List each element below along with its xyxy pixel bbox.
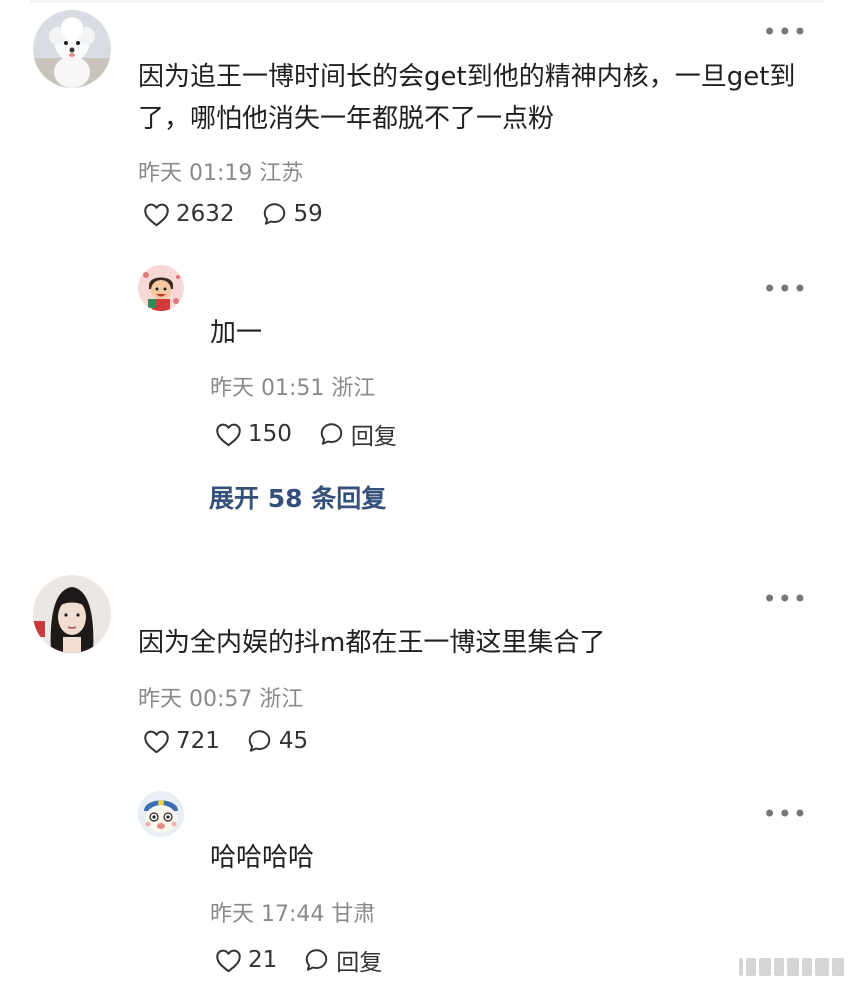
reply-avatar[interactable] [138, 791, 184, 837]
comment-bubble-icon [263, 203, 285, 225]
comment-location: 浙江 [259, 687, 304, 712]
comment-time: 昨天 01:19 [138, 161, 253, 186]
reply-meta: 昨天 17:44 甘肃 [210, 896, 375, 928]
white-poodle-avatar-icon [33, 10, 111, 88]
heart-icon [216, 423, 241, 446]
comment-actions: 2632 59 [143, 201, 323, 227]
avatar[interactable] [33, 575, 111, 653]
avatar[interactable] [33, 10, 111, 88]
reply-text: 加一 [210, 318, 263, 348]
comment-actions: 721 45 [143, 728, 308, 754]
reply-label: 回复 [350, 424, 397, 450]
reply-button[interactable]: 回复 [318, 417, 397, 451]
like-count: 150 [248, 421, 292, 447]
expand-replies-link[interactable]: 展开 58 条回复 [209, 479, 386, 515]
heart-icon [216, 949, 241, 972]
reply-actions: 150 回复 [215, 417, 397, 451]
comment-location: 江苏 [259, 161, 304, 186]
like-button[interactable]: 2632 [143, 201, 235, 227]
reply-text: 哈哈哈哈 [210, 843, 315, 873]
like-count: 2632 [176, 201, 235, 227]
like-count: 721 [176, 728, 220, 754]
reply-count: 59 [293, 201, 323, 227]
reply-time: 昨天 17:44 [210, 902, 325, 927]
reply-label: 回复 [336, 950, 383, 976]
cartoon-mascot-avatar-icon [138, 265, 184, 311]
reply-count: 45 [278, 728, 309, 754]
comment-time: 昨天 00:57 [138, 687, 253, 712]
like-count: 21 [248, 947, 278, 973]
reply-button[interactable]: 回复 [303, 943, 382, 977]
heart-icon [144, 730, 169, 753]
comment-text: 因为追王一博时间长的会get到他的精神内核，一旦get到了，哪怕他消失一年都脱不… [138, 62, 796, 134]
reply-time: 昨天 01:51 [210, 376, 325, 401]
more-dots-icon[interactable]: ••• [763, 802, 808, 826]
heart-icon [144, 203, 169, 226]
reply-count-button[interactable]: 59 [261, 201, 323, 227]
reply-meta: 昨天 01:51 浙江 [210, 370, 375, 402]
woman-portrait-avatar-icon [33, 575, 111, 653]
reply-actions: 21 回复 [215, 943, 382, 977]
top-divider [30, 0, 824, 3]
reply-location: 浙江 [331, 376, 376, 401]
more-dots-icon[interactable]: ••• [763, 587, 808, 611]
comment-meta: 昨天 01:19 江苏 [138, 155, 303, 187]
reply-avatar[interactable] [138, 265, 184, 311]
watermark-logo [739, 958, 844, 976]
reply-location: 甘肃 [331, 902, 376, 927]
comment-bubble-icon [306, 949, 328, 971]
cartoon-character-avatar-icon [138, 791, 184, 837]
comment-meta: 昨天 00:57 浙江 [138, 681, 303, 713]
comment-bubble-icon [248, 730, 271, 752]
like-button[interactable]: 721 [143, 728, 220, 754]
reply-count-button[interactable]: 45 [246, 728, 308, 754]
like-button[interactable]: 150 [215, 421, 292, 447]
more-dots-icon[interactable]: ••• [763, 20, 808, 44]
like-button[interactable]: 21 [215, 947, 277, 973]
comment-text: 因为全内娱的抖m都在王一博这里集合了 [138, 628, 606, 658]
comment-bubble-icon [320, 423, 343, 445]
more-dots-icon[interactable]: ••• [763, 277, 808, 301]
